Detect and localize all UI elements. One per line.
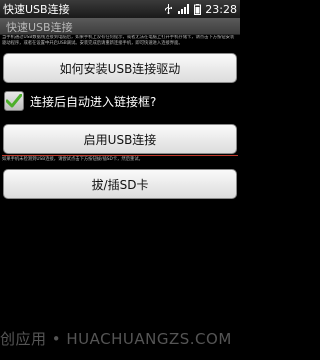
description-bottom: 如果手机未检测到USB连接，请尝试点击下方按钮拔/插SD卡，然后重试。: [2, 155, 238, 163]
signal-icon: [178, 4, 190, 14]
auto-enter-checkbox[interactable]: [4, 91, 24, 111]
watermark-text: 创应用 • HUACHUANGZS.COM: [0, 330, 232, 348]
auto-enter-checkbox-label: 连接后自动进入链接框?: [30, 94, 157, 109]
auto-enter-checkbox-row[interactable]: 连接后自动进入链接框?: [4, 89, 236, 113]
status-app-title: 快速USB连接: [3, 3, 70, 16]
title-bar: 快速USB连接: [0, 18, 240, 35]
checkmark-icon: [6, 94, 22, 108]
unplug-sd-button[interactable]: 拔/插SD卡: [3, 169, 237, 199]
status-icons: [164, 3, 202, 15]
battery-icon: [194, 3, 202, 15]
page-title: 快速USB连接: [6, 21, 73, 34]
status-clock: 23:28: [205, 2, 237, 16]
description-top: 当手机通过USB数据线连接到电脑后，如果手机上没有任何提示，或者无法在电脑上打开…: [2, 35, 235, 46]
status-bar: 快速USB连接 23:28: [0, 0, 240, 18]
screen: 快速USB连接 23:28 快速USB连接 当手机通过USB数据线连接到电脑后，…: [0, 0, 240, 360]
install-driver-button[interactable]: 如何安装USB连接驱动: [3, 53, 237, 83]
enable-usb-button[interactable]: 启用USB连接: [3, 124, 237, 154]
usb-icon: [164, 4, 173, 14]
